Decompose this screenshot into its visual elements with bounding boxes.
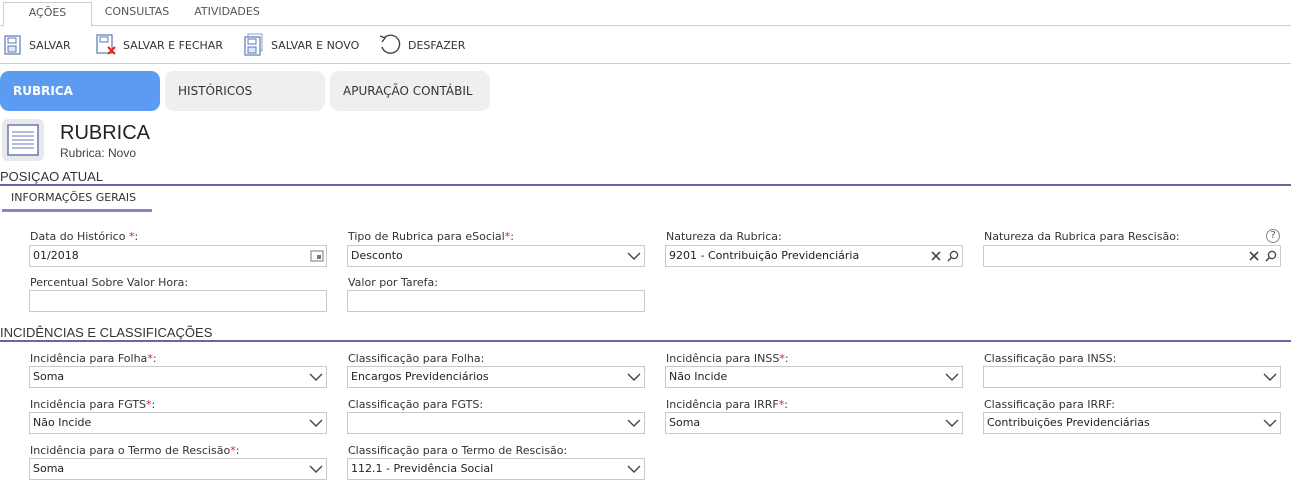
inc-inss-select[interactable]: Não Incide <box>665 366 963 388</box>
label-class-fgts: Classificação para FGTS: <box>348 398 484 411</box>
label-inc-termo: Incidência para o Termo de Rescisão*: <box>30 444 240 457</box>
undo-icon <box>379 34 401 54</box>
tab-consultas[interactable]: CONSULTAS <box>97 2 177 26</box>
label-class-irrf: Classificação para IRRF: <box>984 398 1115 411</box>
inc-irrf-select[interactable]: Soma <box>665 412 963 434</box>
label-natureza: Natureza da Rubrica: <box>666 230 782 243</box>
tab-apuracao-contabil[interactable]: APURAÇÃO CONTÁBIL <box>330 71 490 111</box>
clear-icon[interactable] <box>928 248 944 264</box>
tipo-rubrica-select[interactable]: Desconto <box>347 245 645 267</box>
class-inss-select[interactable] <box>983 366 1281 388</box>
data-historico-input[interactable]: 01/2018 <box>29 245 327 267</box>
inc-termo-select[interactable]: Soma <box>29 458 327 480</box>
label-inc-inss: Incidência para INSS*: <box>666 352 789 365</box>
chevron-down-icon[interactable] <box>942 413 962 433</box>
label-tipo-rubrica: Tipo de Rubrica para eSocial*: <box>348 230 514 243</box>
tab-historicos[interactable]: HISTÓRICOS <box>165 71 325 111</box>
save-icon <box>4 35 21 55</box>
label-data-historico: Data do Histórico *: <box>30 230 139 243</box>
calendar-icon[interactable] <box>310 249 324 263</box>
tab-acoes[interactable]: AÇÕES <box>3 2 92 27</box>
label-percentual: Percentual Sobre Valor Hora: <box>30 276 189 289</box>
save-close-label: SALVAR E FECHAR <box>123 38 223 52</box>
inc-folha-select[interactable]: Soma <box>29 366 327 388</box>
label-class-termo: Classificação para o Termo de Rescisão: <box>348 444 568 457</box>
chevron-down-icon[interactable] <box>624 459 644 479</box>
page-title: RUBRICA <box>60 122 151 144</box>
page-subtitle: Rubrica: Novo <box>60 146 137 160</box>
chevron-down-icon[interactable] <box>1260 413 1280 433</box>
label-inc-folha: Incidência para Folha*: <box>30 352 157 365</box>
search-icon[interactable] <box>945 248 961 264</box>
save-button[interactable]: SALVAR <box>3 32 71 58</box>
clear-icon[interactable] <box>1246 248 1262 264</box>
undo-button[interactable]: DESFAZER <box>378 32 465 58</box>
search-icon[interactable] <box>1263 248 1279 264</box>
toolbar: SALVAR SALVAR E FECHAR SALVAR E NOVO DES… <box>0 26 1291 64</box>
chevron-down-icon[interactable] <box>306 413 326 433</box>
tab-atividades[interactable]: ATIVIDADES <box>185 2 269 26</box>
undo-label: DESFAZER <box>408 38 466 52</box>
class-fgts-select[interactable] <box>347 412 645 434</box>
chevron-down-icon[interactable] <box>624 413 644 433</box>
natureza-rescisao-input[interactable] <box>983 245 1281 267</box>
save-close-button[interactable]: SALVAR E FECHAR <box>95 32 223 58</box>
chevron-down-icon[interactable] <box>306 367 326 387</box>
label-class-folha: Classificação para Folha: <box>348 352 485 365</box>
class-folha-select[interactable]: Encargos Previdenciários <box>347 366 645 388</box>
tab-rubrica[interactable]: RUBRICA <box>0 71 160 111</box>
section-posicao-atual: POSIÇAO ATUAL <box>0 169 1291 186</box>
help-icon[interactable]: ? <box>1266 229 1280 243</box>
chevron-down-icon[interactable] <box>624 246 644 266</box>
label-valor-tarefa: Valor por Tarefa: <box>348 276 438 289</box>
ribbon-tabs: AÇÕES CONSULTAS ATIVIDADES <box>0 0 1291 27</box>
save-close-icon <box>96 34 116 55</box>
chevron-down-icon[interactable] <box>624 367 644 387</box>
chevron-down-icon[interactable] <box>1260 367 1280 387</box>
label-natureza-rescisao: Natureza da Rubrica para Rescisão: <box>984 230 1180 243</box>
save-new-label: SALVAR E NOVO <box>271 38 360 52</box>
label-inc-fgts: Incidência para FGTS*: <box>30 398 156 411</box>
natureza-input[interactable]: 9201 - Contribuição Previdenciária <box>665 245 963 267</box>
save-label: SALVAR <box>29 38 71 52</box>
save-new-button[interactable]: SALVAR E NOVO <box>243 32 359 58</box>
section-incidencias: INCIDÊNCIAS E CLASSIFICAÇÕES <box>0 325 1291 342</box>
label-inc-irrf: Incidência para IRRF*: <box>666 398 788 411</box>
chevron-down-icon[interactable] <box>942 367 962 387</box>
save-new-icon <box>244 33 263 56</box>
inc-fgts-select[interactable]: Não Incide <box>29 412 327 434</box>
valor-tarefa-input[interactable] <box>347 290 645 312</box>
tab-informacoes-gerais[interactable]: INFORMAÇÕES GERAIS <box>2 190 152 212</box>
document-icon <box>2 119 44 161</box>
label-class-inss: Classificação para INSS: <box>984 352 1117 365</box>
class-irrf-select[interactable]: Contribuições Previdenciárias <box>983 412 1281 434</box>
chevron-down-icon[interactable] <box>306 459 326 479</box>
class-termo-select[interactable]: 112.1 - Previdência Social <box>347 458 645 480</box>
percentual-input[interactable] <box>29 290 327 312</box>
